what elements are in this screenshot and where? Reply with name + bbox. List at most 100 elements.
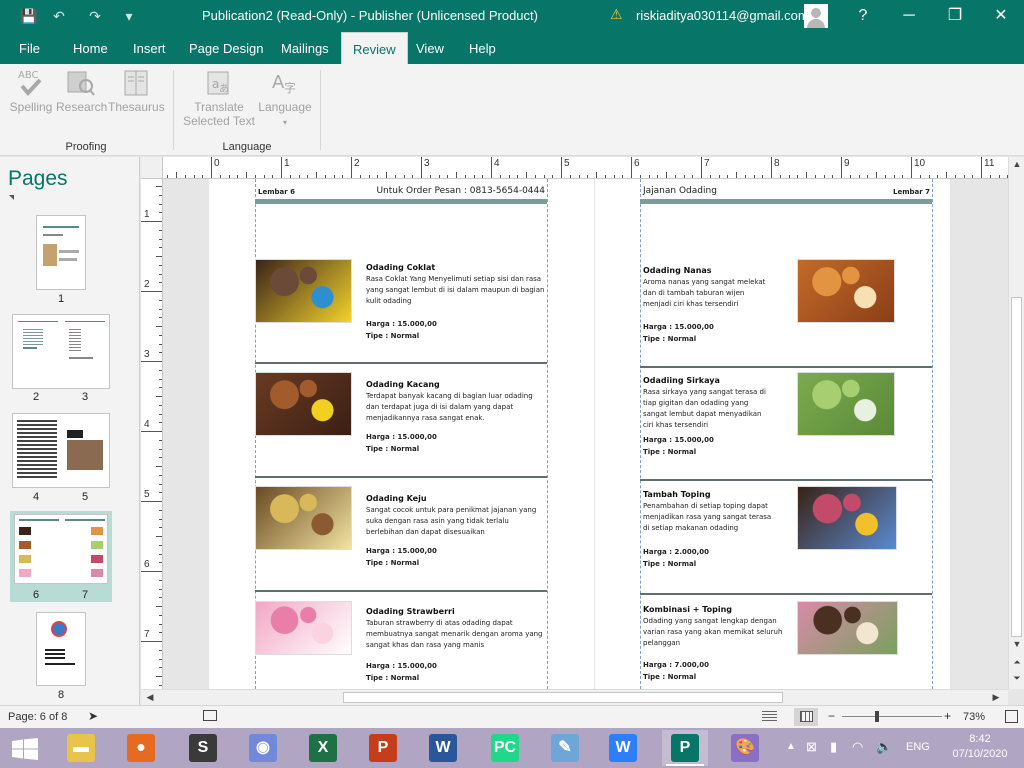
ruler-tick [141,361,162,362]
menu-item-odading-strawberri[interactable]: Odading Strawberri Taburan strawberry di… [255,601,547,689]
ruler-tick [701,157,702,178]
taskbar-app-publisher[interactable]: P [662,730,708,766]
input-language[interactable]: ENG [906,741,930,753]
menu-item-odading-coklat[interactable]: Odading Coklat Rasa Coklat Yang Menyelim… [255,259,547,367]
wifi-icon[interactable]: ◠ [852,739,863,755]
photo-kombinasi-toping[interactable] [797,601,898,655]
menu-item-odading-keju[interactable]: Odading Keju Sangat cocok untuk para pen… [255,486,547,594]
page-number-6: 6 [32,589,40,601]
photo-tambah-toping[interactable] [797,486,897,550]
zoom-in-button[interactable]: + [944,709,951,723]
vertical-scroll-thumb[interactable] [1011,297,1022,637]
menu-item-tambah-toping[interactable]: Tambah Toping Penambahan di setiap topin… [640,486,932,595]
minimize-button[interactable]: ─ [886,0,932,32]
object-position-icon[interactable] [203,710,217,721]
tab-view[interactable]: View [405,32,455,64]
photo-odading-coklat[interactable] [255,259,352,323]
tab-mailings[interactable]: Mailings [270,32,340,64]
research-button[interactable]: Research [56,68,107,114]
item-price: Harga : 15.000,00 [366,433,437,441]
tab-file[interactable]: File [8,32,51,64]
taskbar-app-wps[interactable]: W [600,730,646,766]
scroll-down-arrow-icon[interactable]: ▼ [1010,637,1024,651]
pages-panel: Pages 1 2 3 4 5 6 7 8 [0,157,140,707]
scroll-right-arrow-icon[interactable]: ▶ [989,690,1003,704]
windows-start-icon[interactable] [12,738,38,760]
spelling-button[interactable]: ABC Spelling [6,68,56,114]
next-page-icon[interactable]: ⏷ [1010,671,1024,685]
tab-help[interactable]: Help [458,32,507,64]
taskbar-app-word[interactable]: W [420,730,466,766]
fit-page-icon[interactable] [1005,710,1018,723]
taskbar-app-file-explorer[interactable]: ▬ [58,730,104,766]
taskbar-app-powerpoint[interactable]: P [360,730,406,766]
taskbar-app-notepad[interactable]: ✎ [542,730,588,766]
horizontal-scroll-thumb[interactable] [343,692,783,703]
word-icon: W [429,734,457,762]
ruler-tick [421,157,422,178]
photo-odading-strawberri[interactable] [255,601,352,655]
scroll-left-arrow-icon[interactable]: ◀ [143,690,157,704]
page-thumbnail-8[interactable] [36,612,86,686]
account-email[interactable]: riskiaditya030114@gmail.com [636,8,809,23]
photo-odading-keju[interactable] [255,486,352,550]
taskbar-app-paint[interactable]: 🎨 [722,730,768,766]
menu-item-odading-kacang[interactable]: Odading Kacang Terdapat banyak kacang di… [255,372,547,480]
zoom-slider-thumb[interactable] [875,711,879,722]
page-indicator[interactable]: Page: 6 of 8 [8,711,67,723]
horizontal-scrollbar[interactable]: ◀ ▶ [141,689,1008,705]
language-group-label: Language [222,141,272,153]
page-thumbnail-4-5[interactable] [12,413,110,488]
window-title: Publication2 (Read-Only) - Publisher (Un… [0,8,740,23]
tab-insert[interactable]: Insert [122,32,177,64]
photo-odadiing-sirkaya[interactable] [797,372,895,436]
vertical-scrollbar[interactable]: ▲ ▼ ⏶ ⏷ [1008,157,1024,689]
photo-odading-kacang[interactable] [255,372,352,436]
system-clock[interactable]: 8:42 07/10/2020 [944,732,1016,762]
page-thumbnail-6-7[interactable] [14,514,108,584]
ruler-corner[interactable] [141,157,163,179]
collapse-caret-icon[interactable] [9,195,14,200]
avatar[interactable] [804,4,828,28]
taskbar-app-firefox[interactable]: ● [118,730,164,766]
volume-icon[interactable]: 🔈 [876,739,892,755]
photo-odading-nanas[interactable] [797,259,895,323]
document-workspace[interactable]: Lembar 6 Untuk Order Pesan : 0813-5654-0… [163,179,1008,689]
battery-icon[interactable]: ▮ [830,739,837,755]
scroll-up-arrow-icon[interactable]: ▲ [1010,157,1024,171]
previous-page-icon[interactable]: ⏶ [1010,655,1024,669]
taskbar-app-sublime-text[interactable]: S [180,730,226,766]
taskbar-app-pycharm[interactable]: PC [482,730,528,766]
help-button[interactable]: ? [840,0,886,32]
show-hidden-icons-icon[interactable]: ▲ [786,741,796,752]
menu-item-odading-nanas[interactable]: Odading Nanas Aroma nanas yang sangat me… [640,259,932,368]
tab-page-design[interactable]: Page Design [178,32,274,64]
warning-icon[interactable]: ⚠ [610,6,623,23]
close-button[interactable]: ✕ [978,0,1024,32]
taskbar-app-excel[interactable]: X [300,730,346,766]
menu-item-kombinasi-toping[interactable]: Kombinasi + Toping Odading yang sangat l… [640,601,932,689]
page-thumbnail-2-3[interactable] [12,314,110,389]
translate-selected-text-button[interactable]: a あ Translate Selected Text [180,68,258,128]
item-type: Tipe : Normal [366,674,420,682]
ruler-tick [141,221,162,222]
page-thumbnail-1[interactable] [36,215,86,290]
thesaurus-button[interactable]: Thesaurus [108,68,165,114]
taskbar-app-discord[interactable]: ◉ [240,730,286,766]
item-divider [640,479,932,481]
menu-item-odadiing-sirkaya[interactable]: Odadiing Sirkaya Rasa sirkaya yang sanga… [640,372,932,481]
item-description: Rasa Coklat Yang Menyelimuti setiap sisi… [366,275,545,305]
vertical-ruler[interactable]: 1 2 3 4 5 6 7 [141,179,163,689]
single-page-view-icon[interactable] [762,711,777,722]
restore-button[interactable]: ❐ [932,0,978,32]
zoom-slider-track[interactable] [842,716,942,717]
zoom-level[interactable]: 73% [963,711,985,723]
horizontal-ruler[interactable]: 101234567891011 [163,157,1008,179]
language-button[interactable]: A 字 Language ▾ [256,68,314,130]
tab-review[interactable]: Review [341,32,408,64]
two-page-view-icon[interactable] [800,711,813,722]
ruler-number: 1 [144,209,150,220]
network-icon[interactable]: ⊠ [806,739,817,755]
tab-home[interactable]: Home [62,32,119,64]
zoom-out-button[interactable]: − [828,709,835,723]
